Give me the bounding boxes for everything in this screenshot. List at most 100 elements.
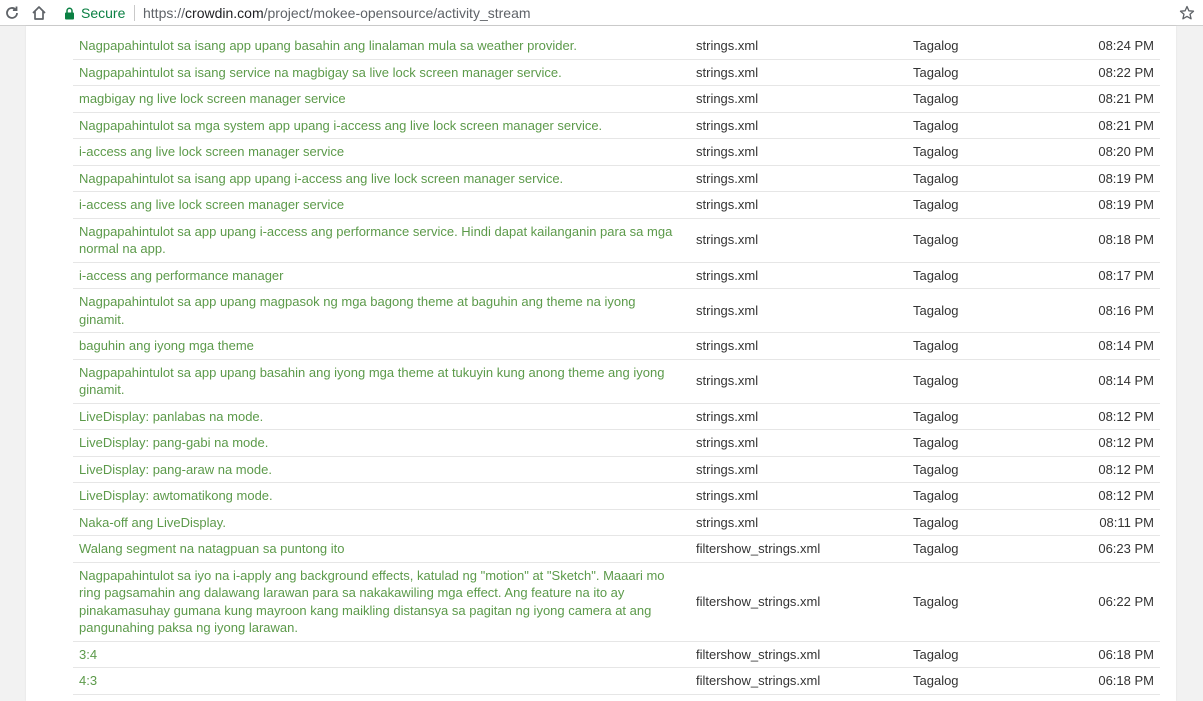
activity-time-cell: 06:18 PM [1057,641,1160,668]
activity-time: 08:12 PM [1098,435,1154,450]
activity-file: strings.xml [696,408,759,424]
reload-button[interactable] [1,2,23,24]
activity-file: strings.xml [696,38,759,53]
activity-language-cell: Tagalog [907,262,1057,289]
activity-time-cell: 08:19 PM [1057,165,1160,192]
activity-language-cell: Tagalog [907,667,1057,695]
activity-string-link[interactable]: baguhin ang iyong mga theme [79,338,254,353]
activity-language: Tagalog [913,673,959,688]
home-button[interactable] [28,2,50,24]
activity-string-link[interactable]: Walang segment na natagpuan sa puntong i… [79,541,345,556]
activity-time-cell: 08:14 PM [1057,359,1160,404]
activity-language-cell: Tagalog [907,218,1057,263]
activity-language: Tagalog [913,541,959,556]
activity-language-cell: Tagalog [907,332,1057,360]
activity-string-link[interactable]: LiveDisplay: panlabas na mode. [79,409,263,424]
activity-string-link-cell: Nagpapahintulot sa app upang magpasok ng… [73,288,690,333]
activity-row: Nagpapahintulot sa iyo na i-apply ang ba… [73,562,1160,642]
activity-time-cell: 08:19 PM [1057,191,1160,219]
activity-string-link-cell: Nagpapahintulot sa isang app upang i-acc… [73,165,690,192]
activity-row: LiveDisplay: panlabas na mode. strings.xm… [73,403,1160,430]
activity-string-link[interactable]: Nagpapahintulot sa app upang basahin ang… [79,365,664,398]
activity-row: i-access ang live lock screen manager se… [73,191,1160,219]
activity-time-cell: 08:12 PM [1057,482,1160,510]
activity-file: strings.xml [696,435,759,450]
activity-time: 08:21 PM [1098,117,1154,133]
activity-language: Tagalog [913,302,959,318]
activity-string-link[interactable]: Nagpapahintulot sa isang service na magb… [79,65,562,80]
activity-string-link[interactable]: Nagpapahintulot sa isang app upang basah… [79,38,577,53]
activity-language: Tagalog [913,64,959,80]
bookmark-button[interactable] [1177,3,1197,23]
secure-indicator[interactable]: Secure [64,3,125,23]
activity-string-link-cell: baguhin ang iyong mga theme [73,332,690,360]
activity-time-cell: 08:18 PM [1057,218,1160,263]
activity-language-cell: Tagalog [907,535,1057,563]
activity-time: 06:23 PM [1098,541,1154,556]
activity-string-link-cell: Naka-off ang LiveDisplay. [73,509,690,536]
activity-time-cell: 06:23 PM [1057,535,1160,563]
activity-string-link-cell: i-access ang performance manager [73,262,690,289]
activity-time: 08:19 PM [1098,197,1154,212]
activity-time-cell: 06:18 PM [1057,667,1160,695]
activity-language: Tagalog [913,646,959,662]
reload-icon [6,6,18,19]
url-scheme: https:// [143,5,186,21]
activity-file: strings.xml [696,144,759,159]
activity-string-link[interactable]: i-access ang live lock screen manager se… [79,144,344,159]
activity-string-link-cell: Nagpapahintulot sa mga system app upang … [73,112,690,139]
address-divider [134,5,135,21]
activity-string-link[interactable]: Nagpapahintulot sa iyo na i-apply ang ba… [79,568,665,636]
activity-list: Nagpapahintulot sa isang app upang basah… [73,33,1160,695]
activity-file: strings.xml [696,232,759,248]
activity-file: strings.xml [696,170,759,186]
address-bar[interactable]: https://crowdin.com/project/mokee-openso… [143,3,531,23]
activity-language-cell: Tagalog [907,85,1057,113]
activity-string-link[interactable]: Nagpapahintulot sa isang app upang i-acc… [79,171,563,186]
activity-file-cell: strings.xml [690,191,907,219]
activity-file-cell: strings.xml [690,85,907,113]
activity-string-link[interactable]: LiveDisplay: pang-araw na mode. [79,462,272,477]
activity-string-link[interactable]: 4:3 [79,673,97,688]
activity-string-link[interactable]: LiveDisplay: awtomatikong mode. [79,488,273,503]
activity-stream-page: Nagpapahintulot sa isang app upang basah… [26,26,1176,701]
activity-table: Nagpapahintulot sa isang app upang basah… [73,33,1160,695]
activity-row: 4:3 filtershow_strings.xml Tagalog 06:18 PM [73,667,1160,695]
activity-string-link-cell: i-access ang live lock screen manager se… [73,191,690,219]
activity-string-link-cell: 3:4 [73,641,690,668]
activity-file-cell: filtershow_strings.xml [690,667,907,695]
activity-string-link-cell: Nagpapahintulot sa app upang basahin ang… [73,359,690,404]
star-icon [1179,5,1195,20]
activity-language-cell: Tagalog [907,429,1057,457]
activity-language-cell: Tagalog [907,359,1057,404]
activity-time-cell: 08:24 PM [1057,33,1160,60]
activity-file: strings.xml [696,302,759,318]
activity-file: strings.xml [696,64,759,80]
activity-file-cell: strings.xml [690,403,907,430]
activity-time-cell: 08:22 PM [1057,59,1160,86]
activity-time-cell: 08:16 PM [1057,288,1160,333]
activity-language: Tagalog [913,461,959,477]
activity-file-cell: filtershow_strings.xml [690,535,907,563]
activity-row: Nagpapahintulot sa mga system app upang … [73,112,1160,139]
activity-string-link[interactable]: magbigay ng live lock screen manager ser… [79,91,346,106]
activity-string-link[interactable]: Nagpapahintulot sa app upang i-access an… [79,224,672,257]
activity-string-link[interactable]: LiveDisplay: pang-gabi na mode. [79,435,268,450]
activity-string-link[interactable]: i-access ang live lock screen manager se… [79,197,344,212]
activity-language-cell: Tagalog [907,403,1057,430]
activity-language: Tagalog [913,267,959,283]
activity-time: 06:18 PM [1098,646,1154,662]
activity-string-link[interactable]: Nagpapahintulot sa mga system app upang … [79,118,602,133]
activity-file-cell: strings.xml [690,359,907,404]
activity-string-link[interactable]: Nagpapahintulot sa app upang magpasok ng… [79,294,636,327]
activity-time-cell: 08:20 PM [1057,138,1160,166]
activity-time: 08:12 PM [1098,488,1154,503]
activity-string-link[interactable]: Naka-off ang LiveDisplay. [79,515,226,530]
activity-string-link[interactable]: 3:4 [79,647,97,662]
activity-file: filtershow_strings.xml [696,593,821,609]
activity-string-link[interactable]: i-access ang performance manager [79,268,284,283]
activity-file-cell: strings.xml [690,482,907,510]
activity-language: Tagalog [913,373,959,389]
activity-language-cell: Tagalog [907,165,1057,192]
activity-file: strings.xml [696,197,759,212]
